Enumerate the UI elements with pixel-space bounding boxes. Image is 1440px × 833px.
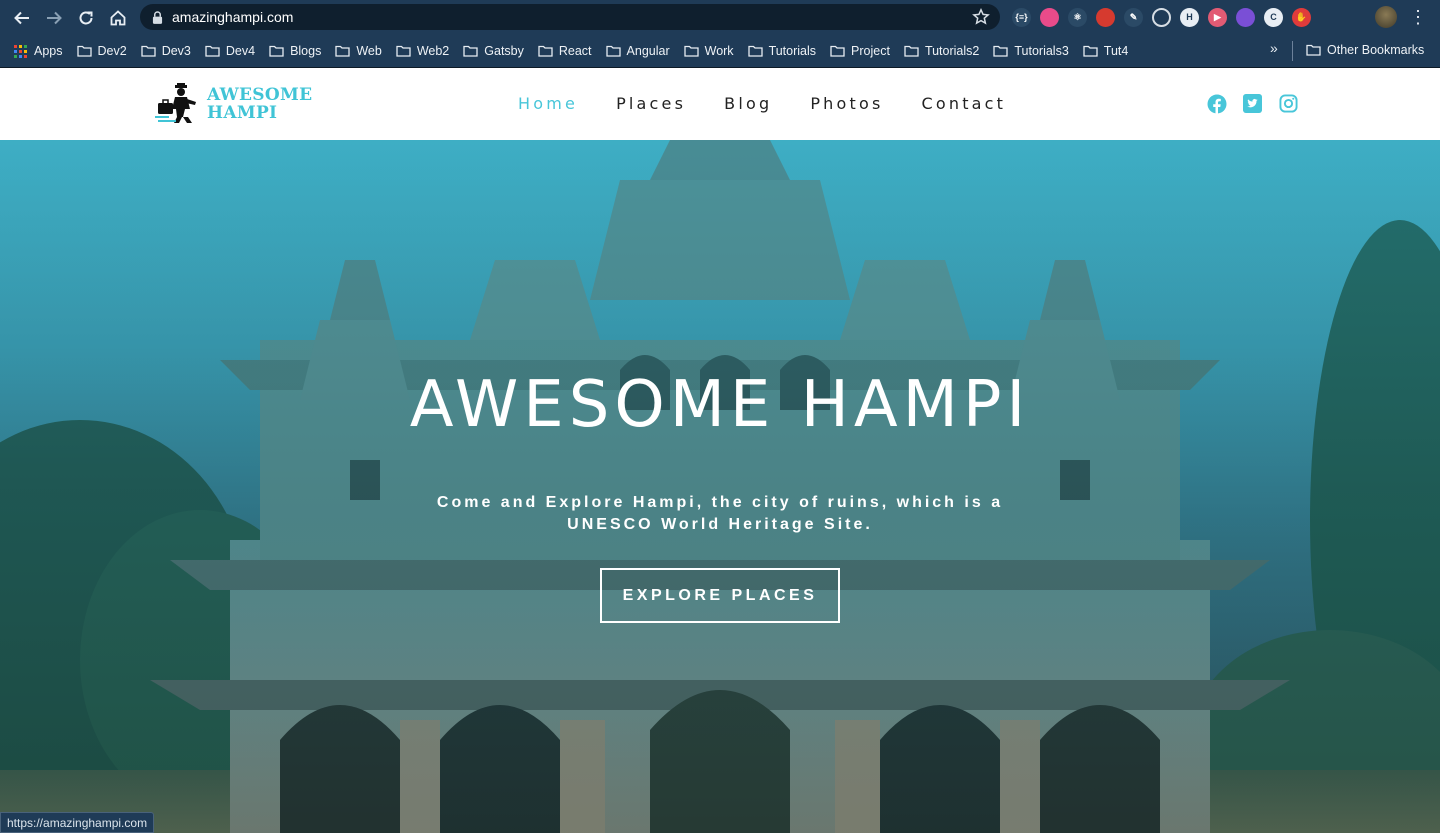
hero-subtitle: Come and Explore Hampi, the city of ruin… — [436, 494, 1004, 533]
bookmarks-divider — [1292, 41, 1293, 61]
color-picker-icon[interactable] — [1040, 7, 1059, 27]
bookmark-apps[interactable]: Apps — [8, 40, 69, 62]
address-bar[interactable]: amazinghampi.com — [140, 4, 1000, 30]
folder-icon — [335, 45, 350, 57]
bookmark-blogs[interactable]: Blogs — [263, 40, 327, 62]
nav-photos[interactable]: Photos — [810, 94, 883, 113]
nav-blog[interactable]: Blog — [724, 94, 772, 113]
bookmark-web[interactable]: Web — [329, 40, 387, 62]
twitter-icon[interactable] — [1242, 93, 1263, 114]
target-icon[interactable] — [1152, 7, 1171, 27]
reload-icon[interactable] — [70, 2, 102, 34]
site-header: AWESOME HAMPI Home Places Blog Photos Co… — [0, 68, 1440, 140]
folder-icon — [463, 45, 478, 57]
folder-icon — [904, 45, 919, 57]
c-extension-icon[interactable]: C — [1264, 7, 1283, 27]
bookmark-tut4[interactable]: Tut4 — [1077, 40, 1135, 62]
bookmark-label: Dev3 — [161, 44, 191, 58]
folder-icon — [76, 45, 92, 57]
bookmark-tutorials3[interactable]: Tutorials3 — [987, 40, 1074, 62]
home-icon[interactable] — [102, 2, 134, 34]
react-devtools-icon[interactable]: ⚛ — [1068, 7, 1087, 27]
bookmark-web2[interactable]: Web2 — [390, 40, 455, 62]
bookmark-angular[interactable]: Angular — [600, 40, 676, 62]
hero-overlay — [0, 140, 1440, 833]
folder-icon — [605, 45, 621, 57]
hero-section: AWESOME HAMPI Come and Explore Hampi, th… — [0, 140, 1440, 833]
bookmark-label: Gatsby — [484, 44, 524, 58]
bookmark-dev4[interactable]: Dev4 — [199, 40, 261, 62]
main-nav: Home Places Blog Photos Contact — [518, 94, 1044, 113]
bookmark-label: Dev4 — [225, 44, 256, 58]
swirl-extension-icon[interactable] — [1236, 7, 1255, 27]
back-arrow-icon[interactable] — [6, 2, 38, 34]
bookmark-label: Tutorials3 — [1014, 44, 1069, 58]
folder-icon — [683, 45, 699, 57]
bookmark-label: Blogs — [290, 44, 322, 58]
santa-icon[interactable] — [1096, 7, 1115, 27]
hero-title: AWESOME HAMPI — [409, 368, 1031, 442]
explore-places-button[interactable]: EXPLORE PLACES — [600, 568, 840, 623]
bookmark-label: Tut4 — [1103, 44, 1129, 58]
bookmark-work[interactable]: Work — [678, 40, 740, 62]
video-extension-icon[interactable]: ▶ — [1208, 7, 1227, 27]
more-bookmarks-chevron-icon[interactable]: » — [1270, 40, 1278, 56]
bookmark-label: Project — [851, 44, 890, 58]
apps-grid-icon — [14, 44, 27, 58]
social-links — [1206, 93, 1299, 114]
bookmark-react[interactable]: React — [532, 40, 598, 62]
bookmark-gatsby[interactable]: Gatsby — [457, 40, 530, 62]
extensions-row: {≡} ⚛ ✎ H ▶ C ✋ — [1012, 6, 1311, 28]
bookmark-label: Dev2 — [97, 44, 127, 58]
nav-home[interactable]: Home — [518, 94, 578, 113]
bookmark-project[interactable]: Project — [824, 40, 896, 62]
lock-icon[interactable] — [152, 10, 164, 24]
bookmark-tutorials[interactable]: Tutorials — [742, 40, 822, 62]
browser-menu-icon[interactable]: ⋮ — [1409, 7, 1427, 27]
profile-avatar[interactable] — [1375, 6, 1397, 28]
folder-icon — [141, 45, 156, 57]
h-extension-icon[interactable]: H — [1180, 7, 1199, 27]
other-bookmarks[interactable]: Other Bookmarks — [1300, 39, 1430, 61]
folder-icon — [993, 45, 1009, 57]
folder-icon — [747, 45, 763, 57]
bookmark-label: Work — [704, 44, 734, 58]
traveler-logo-icon — [155, 83, 196, 123]
logo-line1: AWESOME — [207, 85, 313, 105]
bookmark-dev2[interactable]: Dev2 — [71, 40, 133, 62]
folder-icon — [1083, 45, 1098, 57]
folder-icon — [538, 45, 553, 57]
nav-places[interactable]: Places — [616, 94, 686, 113]
hand-extension-icon[interactable]: ✋ — [1292, 7, 1311, 27]
forward-arrow-icon[interactable] — [38, 2, 70, 34]
status-bar-url: https://amazinghampi.com — [0, 812, 155, 833]
site-logo[interactable]: AWESOME HAMPI — [155, 82, 330, 126]
url-text[interactable]: amazinghampi.com — [172, 9, 293, 25]
folder-icon — [1306, 44, 1321, 56]
bookmark-tutorials2[interactable]: Tutorials2 — [898, 40, 985, 62]
pen-extension-icon[interactable]: ✎ — [1124, 7, 1143, 27]
logo-line2: HAMPI — [207, 103, 278, 123]
bookmarks-bar: Apps Dev2 Dev3 Dev4 Blogs Web Web2 Gatsby React A… — [0, 35, 1440, 67]
bookmark-star-icon[interactable] — [972, 7, 990, 26]
bookmark-label: Tutorials — [768, 44, 817, 58]
bookmark-label: Apps — [34, 44, 63, 58]
bookmark-label: React — [558, 44, 592, 58]
folder-icon — [830, 45, 845, 57]
nav-contact[interactable]: Contact — [922, 94, 1007, 113]
instagram-icon[interactable] — [1278, 93, 1299, 114]
bookmark-label: Web — [356, 44, 382, 58]
bookmark-label: Angular — [626, 44, 670, 58]
other-bookmarks-label: Other Bookmarks — [1327, 43, 1425, 57]
folder-icon — [396, 45, 411, 57]
folder-icon — [269, 45, 284, 57]
folder-icon — [205, 45, 220, 57]
bookmark-dev3[interactable]: Dev3 — [135, 40, 197, 62]
json-viewer-icon[interactable]: {≡} — [1012, 7, 1031, 27]
bookmark-label: Web2 — [416, 44, 450, 58]
bookmark-label: Tutorials2 — [924, 44, 980, 58]
facebook-icon[interactable] — [1206, 93, 1227, 114]
